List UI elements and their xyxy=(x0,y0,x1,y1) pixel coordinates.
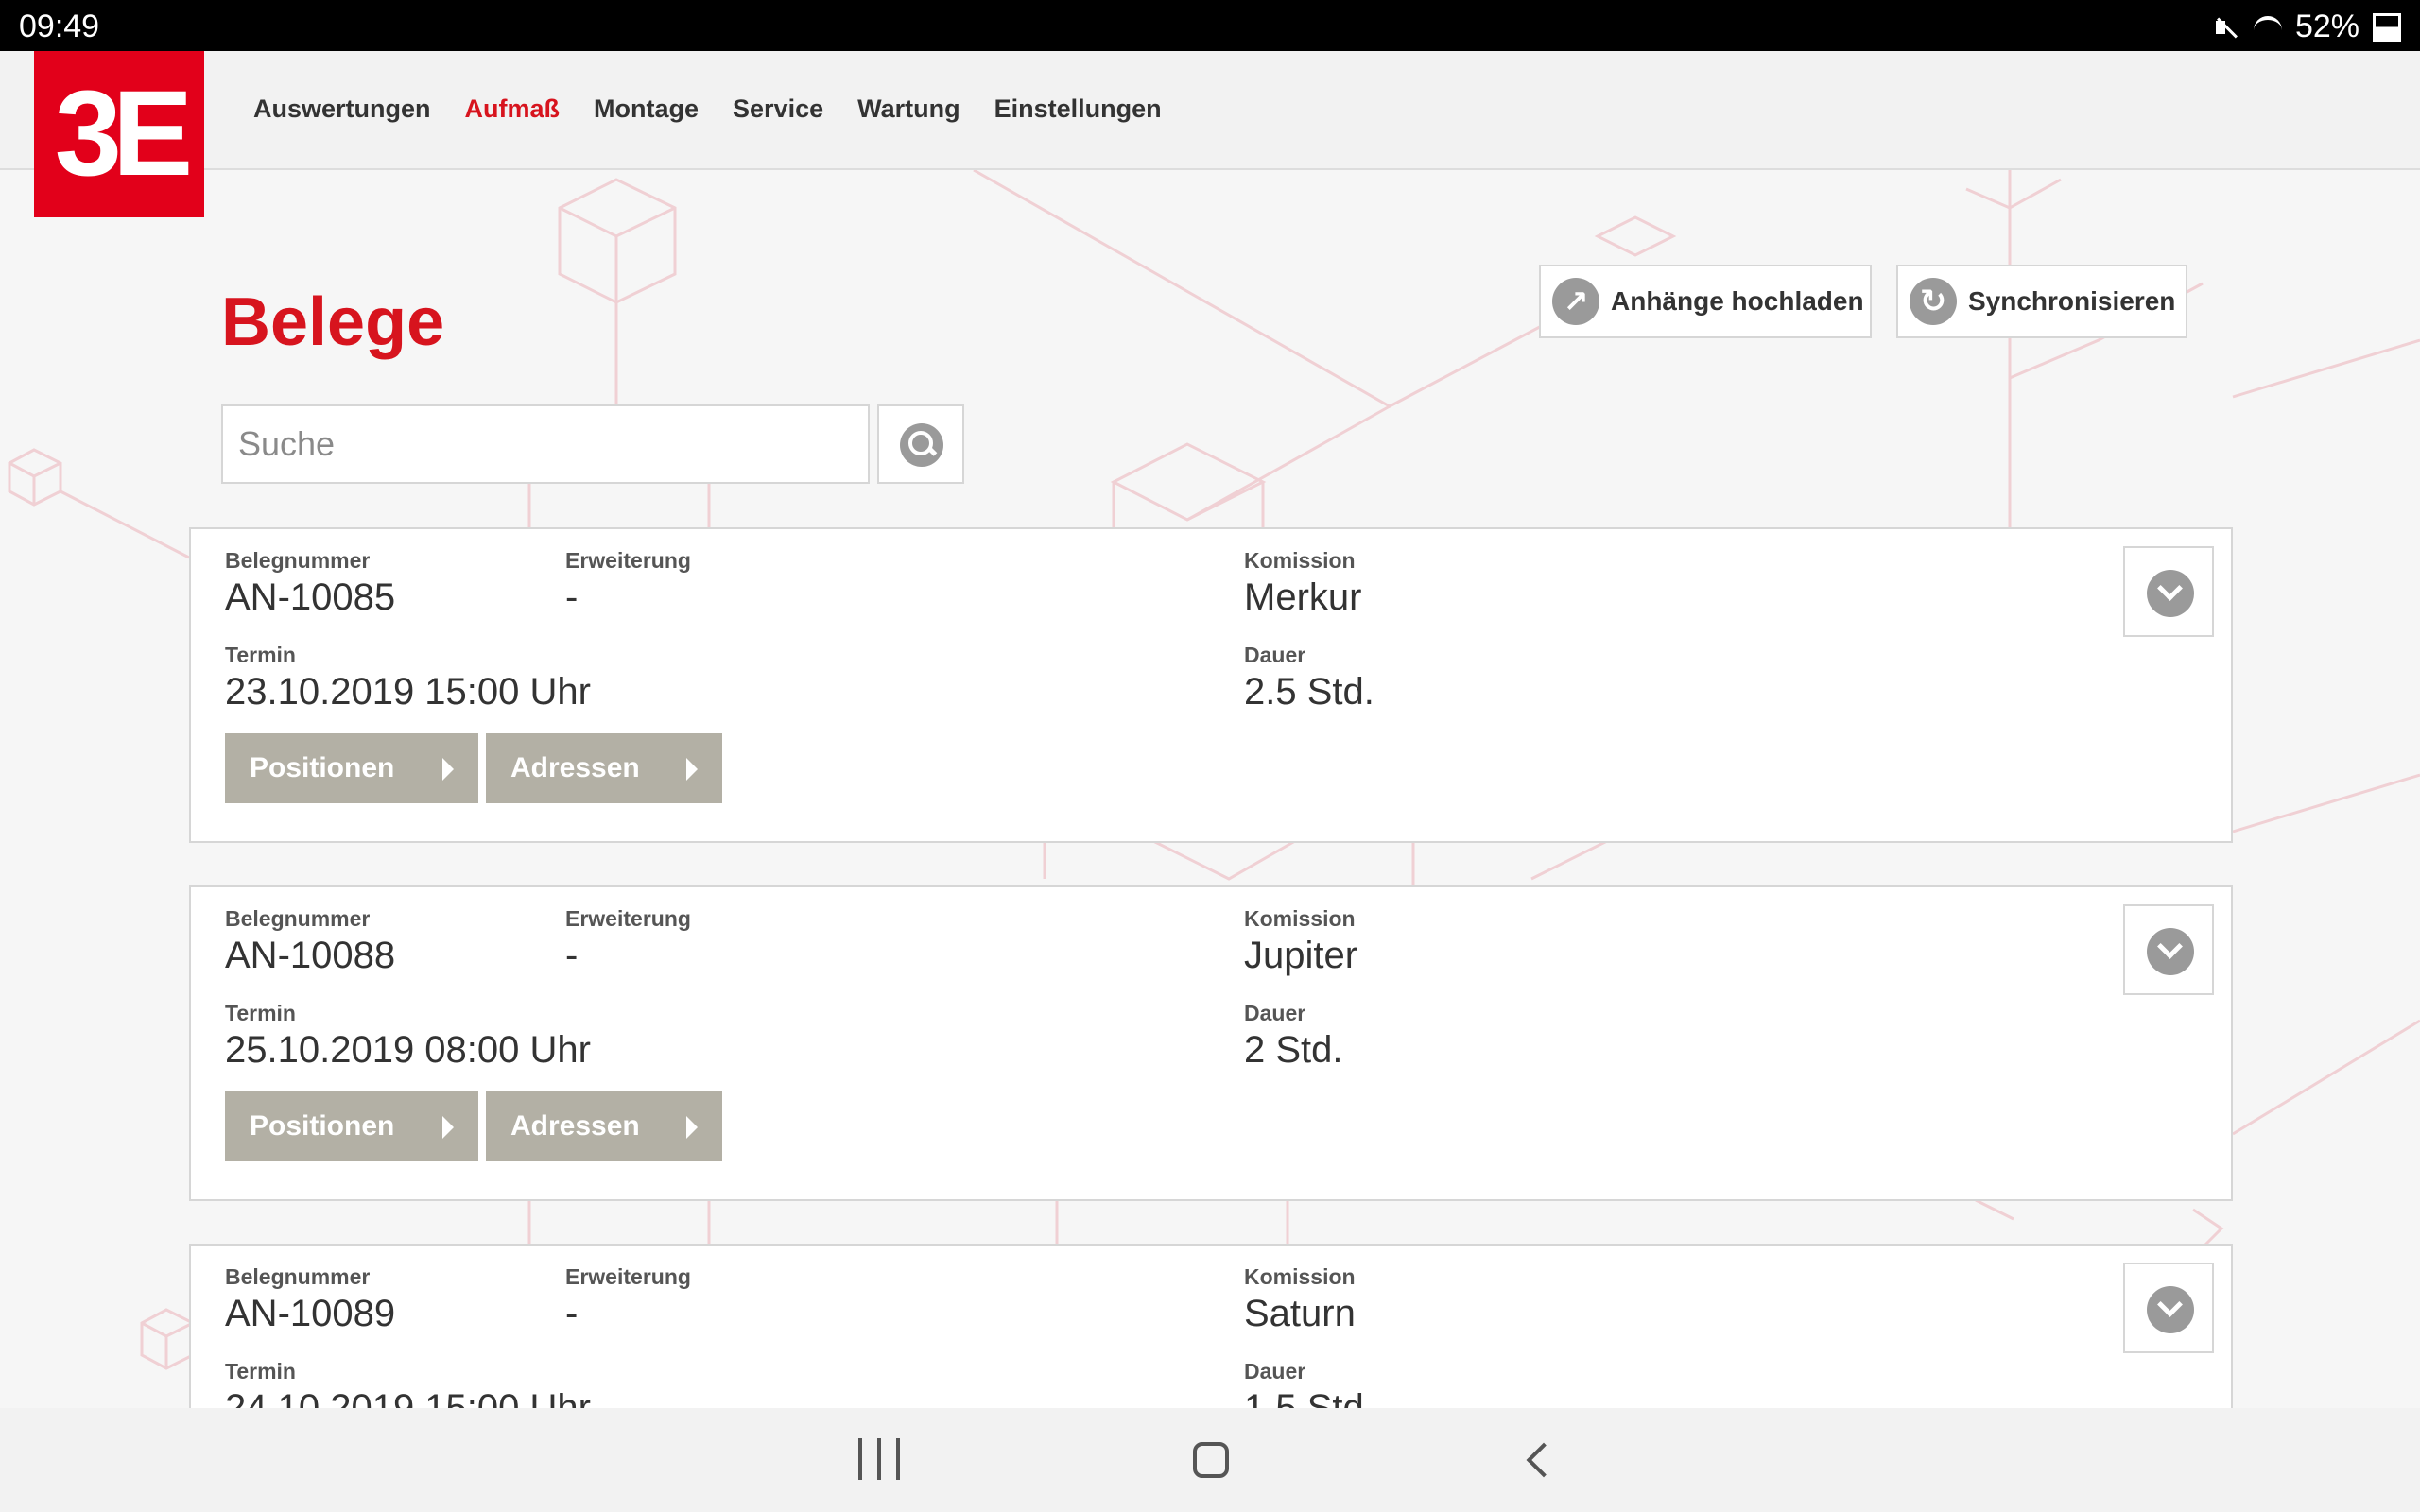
brand-logo[interactable]: 3E xyxy=(34,51,204,217)
komission-label: Komission xyxy=(1244,1264,1356,1289)
erweiterung-value: - xyxy=(565,1293,579,1334)
belegnummer-label: Belegnummer xyxy=(225,548,371,573)
belegnummer-value: AN-10088 xyxy=(225,935,396,976)
adressen-button[interactable]: Adressen xyxy=(486,1091,722,1161)
komission-value: Saturn xyxy=(1244,1293,1356,1334)
dauer-label: Dauer xyxy=(1244,1359,1306,1383)
upload-icon xyxy=(1552,278,1599,325)
chevron-down-icon xyxy=(2147,570,2194,617)
dauer-value: 2 Std. xyxy=(1244,1029,1343,1071)
termin-label: Termin xyxy=(225,643,296,667)
termin-label: Termin xyxy=(225,1359,296,1383)
komission-value: Jupiter xyxy=(1244,935,1358,976)
sync-label: Synchronisieren xyxy=(1968,286,2176,316)
battery-icon xyxy=(2373,12,2401,42)
beleg-card: Belegnummer AN-10085 Erweiterung - Komis… xyxy=(189,527,2233,843)
erweiterung-label: Erweiterung xyxy=(565,1264,691,1289)
nav-item-einstellungen[interactable]: Einstellungen xyxy=(994,94,1162,124)
expand-button[interactable] xyxy=(2123,546,2214,637)
termin-value: 25.10.2019 08:00 Uhr xyxy=(225,1029,591,1071)
adressen-label: Adressen xyxy=(510,752,640,783)
positionen-label: Positionen xyxy=(250,1110,395,1142)
search-icon xyxy=(900,423,943,467)
upload-attachments-label: Anhänge hochladen xyxy=(1611,286,1864,316)
battery-percent: 52% xyxy=(2294,9,2360,44)
mute-icon xyxy=(2212,13,2240,42)
nav-item-montage[interactable]: Montage xyxy=(594,94,699,124)
status-bar: 09:49 52% xyxy=(0,0,2420,51)
caret-right-icon xyxy=(686,758,698,781)
system-nav-bar xyxy=(0,1408,2420,1512)
positionen-label: Positionen xyxy=(250,752,395,783)
main-nav: Auswertungen Aufmaß Montage Service Wart… xyxy=(253,94,1162,124)
komission-label: Komission xyxy=(1244,906,1356,931)
nav-item-auswertungen[interactable]: Auswertungen xyxy=(253,94,431,124)
chevron-down-icon xyxy=(2147,928,2194,975)
nav-item-service[interactable]: Service xyxy=(733,94,823,124)
erweiterung-value: - xyxy=(565,576,579,618)
recent-apps-icon[interactable] xyxy=(858,1438,900,1480)
search-input[interactable] xyxy=(221,404,870,484)
expand-button[interactable] xyxy=(2123,1263,2214,1353)
dauer-value: 2.5 Std. xyxy=(1244,671,1374,713)
nav-item-wartung[interactable]: Wartung xyxy=(857,94,959,124)
back-icon[interactable] xyxy=(1526,1442,1562,1478)
page-title: Belege xyxy=(221,284,445,360)
nav-item-aufmass[interactable]: Aufmaß xyxy=(465,94,561,124)
adressen-button[interactable]: Adressen xyxy=(486,733,722,803)
dauer-label: Dauer xyxy=(1244,1001,1306,1025)
positionen-button[interactable]: Positionen xyxy=(225,1091,478,1161)
belegnummer-value: AN-10089 xyxy=(225,1293,396,1334)
sync-button[interactable]: Synchronisieren xyxy=(1896,265,2187,338)
beleg-card: Belegnummer AN-10088 Erweiterung - Komis… xyxy=(189,885,2233,1201)
status-time: 09:49 xyxy=(19,9,100,44)
chevron-down-icon xyxy=(2147,1286,2194,1333)
belegnummer-label: Belegnummer xyxy=(225,1264,371,1289)
dauer-label: Dauer xyxy=(1244,643,1306,667)
termin-value: 23.10.2019 15:00 Uhr xyxy=(225,671,591,713)
belegnummer-value: AN-10085 xyxy=(225,576,396,618)
search-button[interactable] xyxy=(877,404,964,484)
komission-label: Komission xyxy=(1244,548,1356,573)
komission-value: Merkur xyxy=(1244,576,1362,618)
belegnummer-label: Belegnummer xyxy=(225,906,371,931)
caret-right-icon xyxy=(442,1116,454,1139)
adressen-label: Adressen xyxy=(510,1110,640,1142)
caret-right-icon xyxy=(686,1116,698,1139)
home-icon[interactable] xyxy=(1193,1442,1229,1478)
erweiterung-value: - xyxy=(565,935,579,976)
sync-icon xyxy=(1910,278,1957,325)
upload-attachments-button[interactable]: Anhänge hochladen xyxy=(1539,265,1872,338)
erweiterung-label: Erweiterung xyxy=(565,548,691,573)
positionen-button[interactable]: Positionen xyxy=(225,733,478,803)
caret-right-icon xyxy=(442,758,454,781)
wifi-icon xyxy=(2253,15,2282,44)
status-icons: 52% xyxy=(2212,9,2401,45)
expand-button[interactable] xyxy=(2123,904,2214,995)
erweiterung-label: Erweiterung xyxy=(565,906,691,931)
termin-label: Termin xyxy=(225,1001,296,1025)
